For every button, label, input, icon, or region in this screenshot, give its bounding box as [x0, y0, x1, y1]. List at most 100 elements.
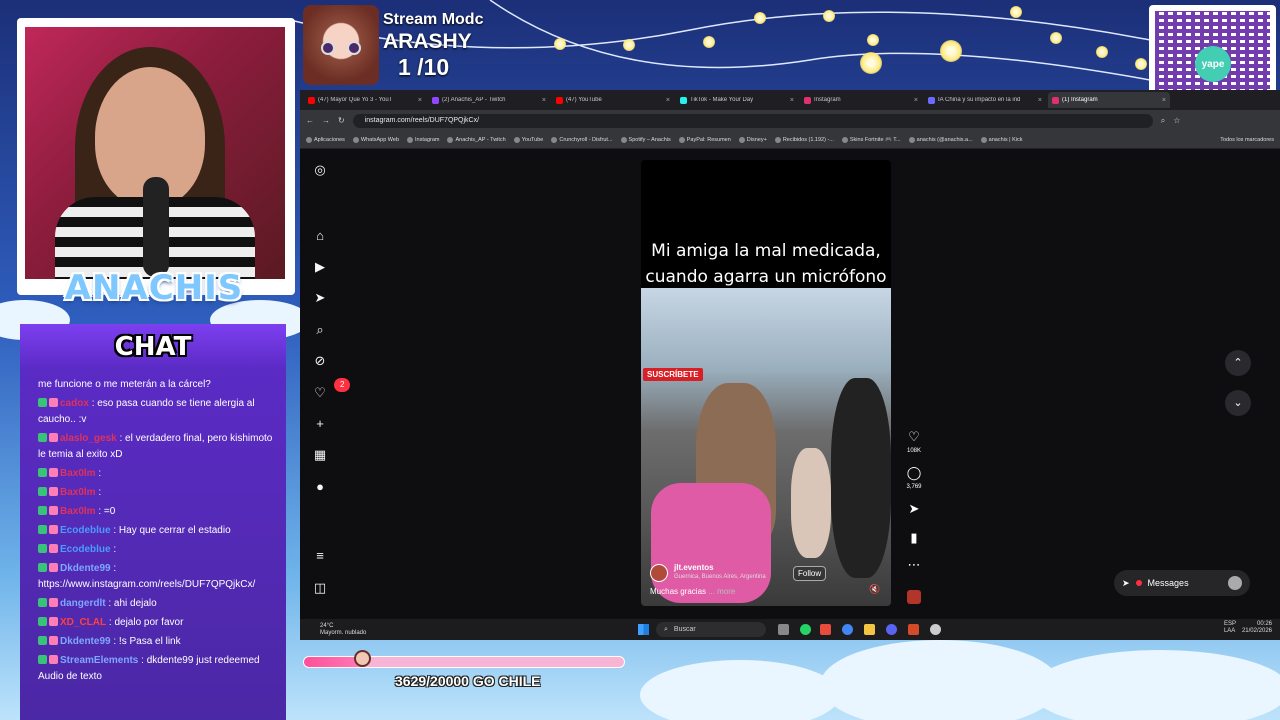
browser-tab[interactable]: (47) YouTube ×	[552, 92, 674, 108]
instagram-logo-icon[interactable]: ◎	[312, 162, 328, 178]
bookmark-item[interactable]: Anachis_AP - Twitch	[447, 136, 506, 143]
bookmark-item[interactable]: Spotify – Anachis	[620, 136, 671, 143]
reel-description[interactable]: Muchas gracias ... more	[650, 587, 735, 596]
browser-tab[interactable]: (1) Instagram ×	[1048, 92, 1170, 108]
windows-start-icon[interactable]	[638, 624, 649, 635]
chat-badge-icon	[38, 468, 47, 477]
chat-username[interactable]: Ecodeblue	[60, 525, 111, 536]
close-tab-icon[interactable]: ×	[790, 97, 794, 104]
like-icon[interactable]: ♡	[904, 429, 924, 445]
chat-username[interactable]: Dkdente99	[60, 563, 111, 574]
like-count: 108K	[906, 448, 921, 454]
tab-label: TikTok - Make Your Day	[690, 97, 754, 103]
mute-icon[interactable]: 🔇	[869, 584, 880, 595]
reel-username[interactable]: jlt.eventos	[674, 563, 714, 572]
dashboard-icon[interactable]: ▦	[312, 447, 328, 463]
close-tab-icon[interactable]: ×	[1162, 97, 1166, 104]
adobe-icon[interactable]	[820, 624, 831, 635]
comment-icon[interactable]: ◯	[904, 465, 924, 481]
chat-text: : dejalo por favor	[108, 617, 184, 628]
chat-username[interactable]: dangerdlt	[60, 598, 106, 609]
bookmark-item[interactable]: Aplicaciones	[306, 136, 345, 143]
direct-icon[interactable]: ➤	[312, 290, 328, 306]
bookmark-item[interactable]: WhatsApp Web	[352, 136, 399, 143]
bookmark-item[interactable]: anachis (@anachis.a...	[908, 136, 973, 143]
bookmark-item[interactable]: Instagram	[407, 136, 439, 143]
bookmark-item[interactable]: Skins Fortnite 🎮 T...	[841, 136, 901, 143]
home-icon[interactable]: ⌂	[312, 228, 328, 244]
bookmark-star-icon[interactable]: ☆	[1173, 116, 1180, 125]
reel-caption: Mi amiga la mal medicada, cuando agarra …	[645, 241, 887, 287]
more-options-icon[interactable]: ⋯	[904, 557, 924, 573]
follow-button[interactable]: Follow	[793, 566, 827, 581]
app-icon[interactable]	[908, 624, 919, 635]
threads-icon[interactable]: ◫	[312, 580, 328, 596]
chat-username[interactable]: Bax0lm	[60, 468, 96, 479]
whatsapp-icon[interactable]	[800, 624, 811, 635]
heart-icon[interactable]: ♡	[312, 385, 328, 401]
bookmark-item[interactable]: YouTube	[513, 136, 543, 143]
bookmark-item[interactable]: Crunchyroll - Disfrut...	[551, 136, 613, 143]
notification-badge[interactable]: 2	[334, 378, 351, 392]
bookmark-item[interactable]: PayPal: Resumen	[678, 136, 731, 143]
reload-icon[interactable]: ↻	[338, 116, 345, 125]
all-bookmarks[interactable]: Todos los marcadores	[1220, 137, 1274, 143]
reel-user-avatar[interactable]	[650, 564, 668, 582]
address-bar[interactable]: instagram.com/reels/DUF7QPQjkCx/	[352, 113, 1153, 128]
previous-reel-button[interactable]: ⌃	[1225, 350, 1251, 376]
taskbar-search[interactable]: ⌕ Buscar	[656, 622, 766, 637]
chat-username[interactable]: alaslo_gesk	[60, 433, 117, 444]
bookmark-item[interactable]: Recibidos (1.192) -...	[774, 136, 834, 143]
folder-icon[interactable]	[864, 624, 875, 635]
reel-video[interactable]: SUSCRÍBETE	[641, 288, 891, 606]
back-icon[interactable]: ←	[306, 116, 314, 125]
clock[interactable]: 00:26 21/02/2026	[1242, 621, 1272, 635]
chat-username[interactable]: Bax0lm	[60, 506, 96, 517]
save-icon[interactable]: ▮	[904, 530, 924, 546]
browser-tab[interactable]: Instagram ×	[800, 92, 922, 108]
share-icon[interactable]: ➤	[904, 501, 924, 517]
browser-tab[interactable]: IA China y su impacto en la ind ×	[924, 92, 1046, 108]
messages-button[interactable]: ➤ Messages	[1114, 570, 1250, 596]
discord-icon[interactable]	[886, 624, 897, 635]
task-view-icon[interactable]	[778, 624, 789, 635]
chat-text: : =0	[98, 506, 116, 517]
chat-message: StreamElements : dkdente99 just redeemed…	[38, 653, 278, 685]
bookmark-icon	[447, 136, 454, 143]
explore-icon[interactable]: ⊘	[312, 353, 328, 369]
chrome-icon[interactable]	[842, 624, 853, 635]
close-tab-icon[interactable]: ×	[666, 97, 670, 104]
forward-icon[interactable]: →	[322, 116, 330, 125]
audio-avatar[interactable]	[907, 590, 921, 604]
chat-username[interactable]: Bax0lm	[60, 487, 96, 498]
chat-username[interactable]: Dkdente99	[60, 636, 111, 647]
browser-tab[interactable]: (47) Mayor Que Yo 3 - YouT ×	[304, 92, 426, 108]
tab-label: Instagram	[814, 97, 841, 103]
next-reel-button[interactable]: ⌄	[1225, 390, 1251, 416]
create-icon[interactable]: +	[312, 416, 328, 432]
search-icon[interactable]: ⌕	[312, 322, 328, 338]
reel-player[interactable]: Mi amiga la mal medicada, cuando agarra …	[641, 160, 891, 606]
language-indicator[interactable]: ESP LAA	[1224, 621, 1236, 635]
reels-icon[interactable]: ▶	[312, 259, 328, 275]
bookmark-item[interactable]: Disney+	[738, 136, 767, 143]
browser-tab[interactable]: TikTok - Make Your Day ×	[676, 92, 798, 108]
close-tab-icon[interactable]: ×	[1038, 97, 1042, 104]
chat-username[interactable]: StreamElements	[60, 655, 138, 666]
bookmark-item[interactable]: anachis | Kick	[980, 136, 1023, 143]
profile-avatar-icon[interactable]: ●	[312, 479, 328, 495]
obs-icon[interactable]	[930, 624, 941, 635]
browser-tab[interactable]: (2) Anachis_AP - Twitch ×	[428, 92, 550, 108]
menu-icon[interactable]: ≡	[312, 548, 328, 564]
close-tab-icon[interactable]: ×	[418, 97, 422, 104]
zoom-icon[interactable]: ⌕	[1161, 116, 1165, 126]
weather-widget[interactable]: 24°C Mayorm. nublado	[320, 623, 366, 637]
chat-username[interactable]: XD_CLAL	[60, 617, 106, 628]
reel-location[interactable]: Guernica, Buenos Aires, Argentina	[674, 574, 766, 580]
close-tab-icon[interactable]: ×	[542, 97, 546, 104]
close-tab-icon[interactable]: ×	[914, 97, 918, 104]
chat-username[interactable]: Ecodeblue	[60, 544, 111, 555]
chat-username[interactable]: cadox	[60, 398, 89, 409]
cloud	[1030, 650, 1280, 720]
chat-panel: CHAT me funcione o me meterán a la cárce…	[20, 324, 286, 720]
